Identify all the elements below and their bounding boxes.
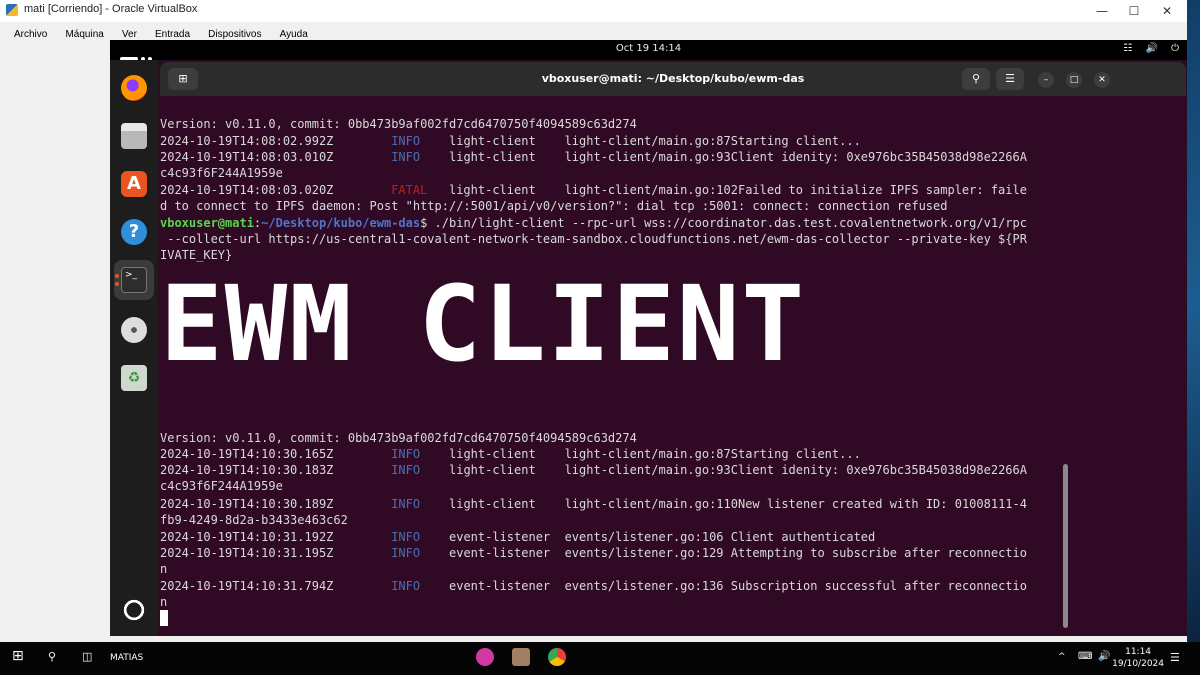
terminal-title: vboxuser@mati: ~/Desktop/kubo/ewm-das xyxy=(541,72,805,85)
menu-ayuda[interactable]: Ayuda xyxy=(280,29,308,40)
terminal-cursor xyxy=(160,610,168,626)
command-line: IVATE_KEY} xyxy=(160,248,233,262)
log-line: 2024-10-19T14:10:31.794Z INFO event-list… xyxy=(160,579,1027,593)
firefox-icon xyxy=(121,75,147,101)
menu-ver[interactable]: Ver xyxy=(122,29,137,40)
log-line: 2024-10-19T14:10:30.183Z INFO light-clie… xyxy=(160,463,1027,477)
files-icon xyxy=(121,123,147,149)
ubuntu-apps-icon xyxy=(121,597,147,623)
search-icon[interactable]: ⚲ xyxy=(962,68,990,90)
dock-terminal[interactable]: >_ xyxy=(114,260,154,300)
dock-app-center[interactable]: A xyxy=(114,164,154,204)
log-line: n xyxy=(160,595,168,609)
log-line: 2024-10-19T14:10:30.189Z INFO light-clie… xyxy=(160,497,1027,511)
running-indicator xyxy=(115,282,119,286)
menu-entrada[interactable]: Entrada xyxy=(155,29,190,40)
virtualbox-taskbar-icon[interactable] xyxy=(512,648,530,666)
notifications-icon[interactable]: ☰ xyxy=(1170,651,1180,664)
app-icon[interactable] xyxy=(476,648,494,666)
top-bar-clock[interactable]: Oct 19 14:14 xyxy=(110,43,1187,54)
terminal-headerbar: ⊞ vboxuser@mati: ~/Desktop/kubo/ewm-das … xyxy=(160,62,1186,96)
dock-show-apps[interactable] xyxy=(114,590,154,630)
volume-icon: 🔊 xyxy=(1145,43,1158,54)
command-line: --collect-url https://us-central1-covale… xyxy=(160,232,1027,246)
terminal-icon: >_ xyxy=(121,267,147,293)
ascii-banner: EWM CLIENT xyxy=(160,263,807,385)
window-title: mati [Corriendo] - Oracle VirtualBox xyxy=(24,3,198,15)
virtualbox-icon xyxy=(6,4,18,16)
close-icon[interactable]: ✕ xyxy=(1094,72,1110,88)
menu-maquina[interactable]: Máquina xyxy=(65,29,103,40)
log-line: n xyxy=(160,562,168,576)
log-line: c4c93f6F244A1959e xyxy=(160,166,283,180)
dock-files[interactable] xyxy=(114,116,154,156)
ubuntu-dock: A ? >_ ♻ xyxy=(110,60,158,636)
log-line: 2024-10-19T14:10:31.195Z INFO event-list… xyxy=(160,546,1027,560)
tray-chevron-icon[interactable]: ^ xyxy=(1058,652,1066,662)
log-line: 2024-10-19T14:08:03.010Z INFO light-clie… xyxy=(160,150,1027,164)
minimize-icon[interactable]: — xyxy=(1085,0,1119,22)
log-line: 2024-10-19T14:10:31.192Z INFO event-list… xyxy=(160,530,876,544)
log-line: fb9-4249-8d2a-b3433e463c62 xyxy=(160,513,348,527)
dock-firefox[interactable] xyxy=(114,68,154,108)
taskbar-clock[interactable]: 11:14 19/10/2024 xyxy=(1112,646,1164,670)
menu-archivo[interactable]: Archivo xyxy=(14,29,47,40)
close-icon[interactable]: ✕ xyxy=(1150,0,1184,22)
shell-prompt-line: vboxuser@mati:~/Desktop/kubo/ewm-das$ ./… xyxy=(160,216,1027,230)
virtualbox-titlebar: mati [Corriendo] - Oracle VirtualBox — ☐… xyxy=(0,0,1187,22)
windows-start-icon[interactable]: ⊞ xyxy=(12,648,24,664)
virtualbox-menubar: Archivo Máquina Ver Entrada Dispositivos… xyxy=(0,22,1187,40)
search-icon[interactable]: ⚲ xyxy=(48,650,56,663)
user-label[interactable]: MATIAS xyxy=(110,653,143,663)
chrome-icon[interactable] xyxy=(548,648,566,666)
log-line: d to connect to IPFS daemon: Post "http:… xyxy=(160,199,948,213)
system-tray[interactable]: ☷ 🔊 ⏻ xyxy=(1113,43,1179,54)
task-view-icon[interactable]: ◫ xyxy=(82,650,92,663)
volume-icon[interactable]: 🔊 xyxy=(1098,651,1110,662)
network-icon: ☷ xyxy=(1123,43,1133,54)
log-line: c4c93f6F244A1959e xyxy=(160,479,283,493)
maximize-icon[interactable]: ☐ xyxy=(1117,0,1151,22)
windows-taskbar: ⊞ ⚲ ◫ MATIAS ^ ⌨ 🔊 11:14 19/10/2024 ☰ xyxy=(0,642,1200,675)
app-center-icon: A xyxy=(121,171,147,197)
menu-icon[interactable]: ☰ xyxy=(996,68,1024,90)
dock-help[interactable]: ? xyxy=(114,212,154,252)
menu-dispositivos[interactable]: Dispositivos xyxy=(208,29,261,40)
ubuntu-top-bar: Oct 19 14:14 ☷ 🔊 ⏻ xyxy=(110,40,1187,61)
maximize-icon[interactable]: □ xyxy=(1066,72,1082,88)
running-indicator xyxy=(115,274,119,278)
log-line: 2024-10-19T14:10:30.165Z INFO light-clie… xyxy=(160,447,861,461)
log-line: 2024-10-19T14:08:03.020Z FATAL light-cli… xyxy=(160,183,1027,197)
log-line: Version: v0.11.0, commit: 0bb473b9af002f… xyxy=(160,431,637,445)
disc-icon xyxy=(121,317,147,343)
minimize-icon[interactable]: – xyxy=(1038,72,1054,88)
log-line: Version: v0.11.0, commit: 0bb473b9af002f… xyxy=(160,117,637,131)
terminal-scrollbar[interactable] xyxy=(1063,464,1068,628)
power-icon: ⏻ xyxy=(1171,43,1179,54)
trash-icon: ♻ xyxy=(121,365,147,391)
help-icon: ? xyxy=(121,219,147,245)
log-line: 2024-10-19T14:08:02.992Z INFO light-clie… xyxy=(160,134,861,148)
dock-disc[interactable] xyxy=(114,310,154,350)
dock-trash[interactable]: ♻ xyxy=(114,358,154,398)
network-icon[interactable]: ⌨ xyxy=(1078,651,1092,662)
